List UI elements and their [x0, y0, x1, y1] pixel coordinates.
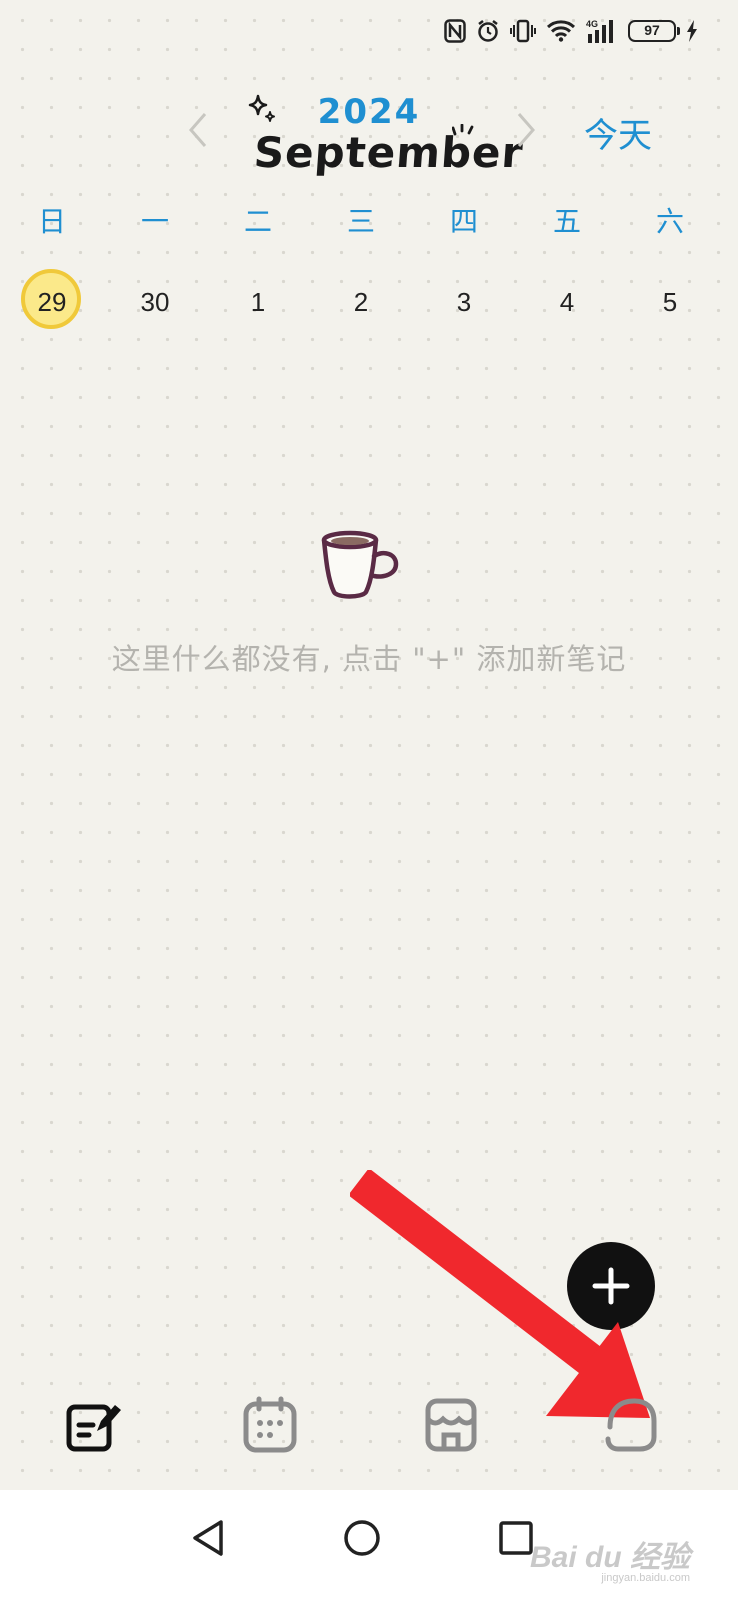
nfc-icon — [444, 19, 466, 43]
chevron-right-icon — [517, 113, 535, 147]
plus-icon — [592, 1267, 630, 1305]
date-cell[interactable]: 4 — [533, 270, 601, 334]
status-bar: 4G 97 — [0, 0, 738, 70]
date-cell[interactable]: 1 — [224, 270, 292, 334]
month-label: September — [252, 128, 526, 177]
back-triangle-icon — [193, 1520, 223, 1556]
battery-icon: 97 — [628, 20, 680, 42]
wifi-icon — [546, 20, 576, 42]
profile-face-icon — [605, 1398, 657, 1452]
note-edit-icon — [66, 1404, 121, 1452]
today-button[interactable]: 今天 — [584, 108, 652, 157]
date-cell[interactable]: 3 — [430, 270, 498, 334]
alarm-icon — [476, 19, 500, 43]
date-cell[interactable]: 30 — [121, 270, 189, 334]
signal-4g-icon: 4G — [586, 18, 618, 44]
add-note-button[interactable] — [567, 1242, 655, 1330]
recents-square-icon — [499, 1521, 533, 1555]
home-circle-icon — [344, 1520, 380, 1556]
svg-text:4G: 4G — [586, 19, 598, 29]
watermark-brand: Bai du 经验 — [529, 1541, 690, 1574]
weekday-mon: 一 — [140, 205, 169, 238]
vibrate-icon — [510, 19, 536, 43]
system-back-button[interactable] — [178, 1508, 238, 1568]
store-icon — [425, 1398, 477, 1452]
tab-notes[interactable] — [58, 1390, 128, 1460]
coffee-cup-icon — [321, 530, 399, 599]
bottom-tab-bar — [0, 1372, 738, 1482]
weekday-thu: 四 — [449, 205, 478, 238]
status-icons: 4G 97 — [444, 18, 698, 44]
empty-state-message: 这里什么都没有, 点击 "+" 添加新笔记 — [111, 642, 627, 676]
weekday-tue: 二 — [243, 205, 272, 238]
tab-calendar[interactable] — [235, 1390, 305, 1460]
flick-lines-icon — [452, 124, 474, 136]
date-cell-selected[interactable]: 29 — [18, 269, 86, 334]
weekday-sat: 六 — [655, 205, 684, 238]
system-navigation-bar: Bai du 经验 jingyan.baidu.com — [0, 1490, 738, 1600]
weekday-row: 日 一 二 三 四 五 六 — [0, 200, 738, 244]
charging-icon — [686, 20, 698, 42]
week-dates-row: 29 30 1 2 3 4 5 — [0, 269, 738, 334]
weekday-wed: 三 — [346, 205, 375, 238]
weekday-sun: 日 — [37, 205, 66, 238]
date-cell[interactable]: 2 — [327, 270, 395, 334]
baidu-watermark: Bai du 经验 jingyan.baidu.com — [530, 1532, 690, 1584]
weekday-fri: 五 — [552, 205, 581, 238]
system-home-button[interactable] — [332, 1508, 392, 1568]
calendar-icon — [243, 1396, 297, 1453]
tab-store[interactable] — [416, 1390, 486, 1460]
date-cell[interactable]: 5 — [636, 270, 704, 334]
calendar-header: 2024 September 今天 — [0, 80, 738, 190]
next-month-button[interactable] — [516, 112, 536, 154]
tab-profile[interactable] — [596, 1390, 666, 1460]
